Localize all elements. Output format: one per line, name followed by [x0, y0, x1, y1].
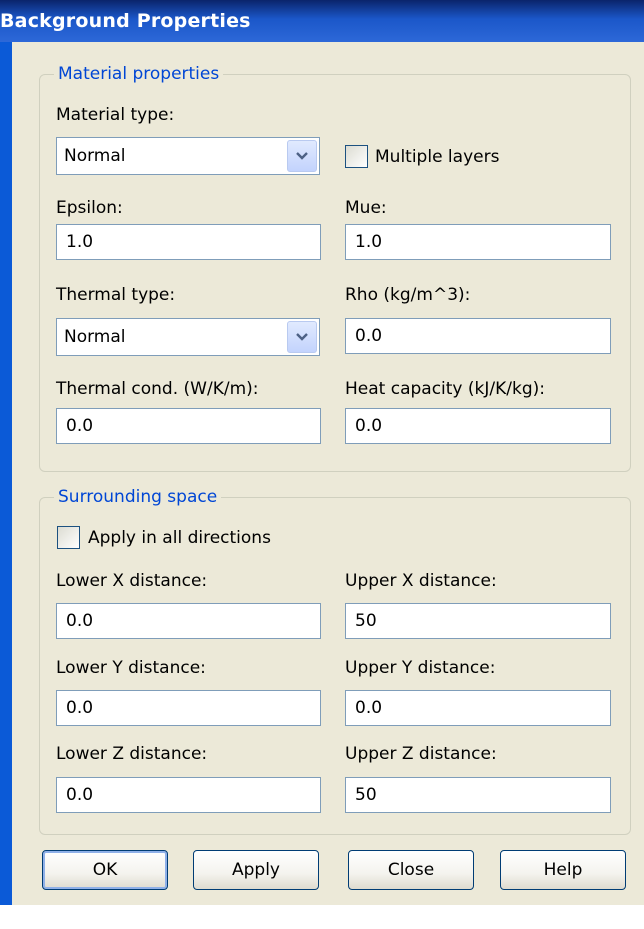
rho-input[interactable]: 0.0: [345, 318, 611, 354]
heat-capacity-label: Heat capacity (kJ/K/kg):: [345, 379, 545, 399]
material-type-dropdown-button[interactable]: [287, 140, 317, 172]
material-properties-legend: Material properties: [54, 61, 224, 87]
window-title: Background Properties: [0, 10, 251, 32]
lower-y-label: Lower Y distance:: [56, 658, 206, 678]
lower-z-label: Lower Z distance:: [56, 744, 208, 764]
window-bottom-area: [0, 905, 644, 929]
thermal-type-label: Thermal type:: [56, 285, 176, 305]
close-button[interactable]: Close: [348, 850, 474, 890]
multiple-layers-checkbox[interactable]: [345, 145, 368, 168]
upper-x-input[interactable]: 50: [345, 603, 611, 639]
material-type-select[interactable]: Normal: [56, 137, 320, 175]
heat-capacity-input[interactable]: 0.0: [345, 408, 611, 444]
epsilon-label: Epsilon:: [56, 198, 123, 218]
lower-x-label: Lower X distance:: [56, 571, 208, 591]
material-type-value: Normal: [64, 146, 126, 166]
lower-z-input[interactable]: 0.0: [56, 777, 321, 813]
dialog-window: Background Properties Material propertie…: [0, 0, 644, 929]
upper-x-label: Upper X distance:: [345, 571, 497, 591]
upper-z-label: Upper Z distance:: [345, 744, 497, 764]
thermal-cond-input[interactable]: 0.0: [56, 408, 321, 444]
apply-all-directions-checkbox[interactable]: [57, 526, 80, 549]
title-bar[interactable]: Background Properties: [0, 0, 644, 42]
apply-all-directions-label: Apply in all directions: [88, 528, 271, 548]
epsilon-input[interactable]: 1.0: [56, 224, 321, 260]
multiple-layers-label: Multiple layers: [375, 147, 500, 167]
upper-y-input[interactable]: 0.0: [345, 690, 611, 726]
lower-y-input[interactable]: 0.0: [56, 690, 321, 726]
apply-button[interactable]: Apply: [193, 850, 319, 890]
dialog-content: Material properties Material type: Norma…: [12, 42, 644, 905]
thermal-type-select[interactable]: Normal: [56, 318, 320, 356]
surrounding-space-legend: Surrounding space: [54, 484, 222, 510]
thermal-cond-label: Thermal cond. (W/K/m):: [56, 379, 259, 399]
lower-x-input[interactable]: 0.0: [56, 603, 321, 639]
ok-button[interactable]: OK: [42, 850, 168, 890]
chevron-down-icon: [296, 333, 308, 341]
thermal-type-value: Normal: [64, 327, 126, 347]
material-type-label: Material type:: [56, 105, 175, 125]
upper-y-label: Upper Y distance:: [345, 658, 496, 678]
thermal-type-dropdown-button[interactable]: [287, 321, 317, 353]
help-button[interactable]: Help: [500, 850, 626, 890]
upper-z-input[interactable]: 50: [345, 777, 611, 813]
rho-label: Rho (kg/m^3):: [345, 285, 471, 305]
window-left-border: [0, 42, 12, 929]
mue-label: Mue:: [345, 198, 387, 218]
chevron-down-icon: [296, 152, 308, 160]
mue-input[interactable]: 1.0: [345, 224, 611, 260]
